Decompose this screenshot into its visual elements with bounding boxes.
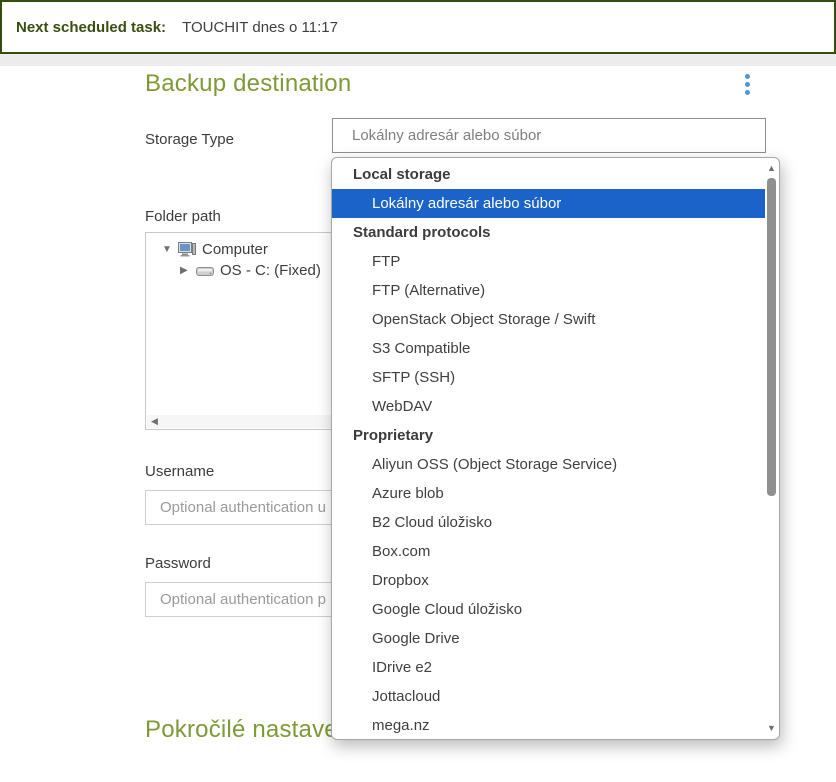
- dropdown-option[interactable]: Dropbox: [332, 566, 765, 595]
- dropdown-option[interactable]: Lokálny adresár alebo súbor: [332, 189, 765, 218]
- dropdown-option[interactable]: mega.nz: [332, 711, 765, 740]
- header-divider-strip: [0, 54, 836, 66]
- dropdown-option[interactable]: Azure blob: [332, 479, 765, 508]
- dropdown-option[interactable]: Aliyun OSS (Object Storage Service): [332, 450, 765, 479]
- storage-type-selected-value: Lokálny adresár alebo súbor: [352, 127, 541, 144]
- scroll-left-icon[interactable]: ◀: [151, 416, 158, 427]
- dropdown-option[interactable]: WebDAV: [332, 392, 765, 421]
- scroll-up-icon[interactable]: ▲: [765, 164, 778, 173]
- dropdown-option[interactable]: SFTP (SSH): [332, 363, 765, 392]
- dropdown-option[interactable]: Google Drive: [332, 624, 765, 653]
- dropdown-option[interactable]: B2 Cloud úložisko: [332, 508, 765, 537]
- dropdown-group-header: Local storage: [332, 160, 765, 189]
- dropdown-option[interactable]: Google Cloud úložisko: [332, 595, 765, 624]
- dropdown-option[interactable]: OpenStack Object Storage / Swift: [332, 305, 765, 334]
- storage-type-dropdown: Local storageLokálny adresár alebo súbor…: [331, 157, 780, 740]
- dropdown-group-header: Proprietary: [332, 421, 765, 450]
- tree-item-label: Computer: [202, 241, 268, 258]
- dropdown-group-header: Standard protocols: [332, 218, 765, 247]
- dropdown-option[interactable]: FTP: [332, 247, 765, 276]
- kebab-menu-icon[interactable]: [745, 74, 751, 98]
- dropdown-option[interactable]: S3 Compatible: [332, 334, 765, 363]
- scrollbar-thumb[interactable]: [767, 178, 776, 496]
- dropdown-option[interactable]: Jottacloud: [332, 682, 765, 711]
- tree-item-drive-c[interactable]: ▶ OS - C: (Fixed): [180, 262, 321, 279]
- caret-right-icon[interactable]: ▶: [180, 265, 196, 276]
- computer-icon: [178, 242, 196, 257]
- dropdown-scrollbar[interactable]: ▲ ▼: [765, 159, 778, 738]
- storage-type-select[interactable]: Lokálny adresár alebo súbor: [332, 118, 766, 153]
- drive-icon: [196, 265, 214, 277]
- tree-item-label: OS - C: (Fixed): [220, 262, 321, 279]
- caret-down-icon[interactable]: ▼: [162, 244, 178, 255]
- scroll-down-icon[interactable]: ▼: [765, 724, 778, 733]
- scheduled-task-value: TOUCHIT dnes o 11:17: [182, 19, 338, 36]
- dropdown-option[interactable]: Box.com: [332, 537, 765, 566]
- storage-type-dropdown-list: Local storageLokálny adresár alebo súbor…: [332, 160, 765, 740]
- username-label: Username: [145, 463, 214, 480]
- dropdown-option[interactable]: FTP (Alternative): [332, 276, 765, 305]
- storage-type-label: Storage Type: [145, 131, 234, 148]
- dropdown-option[interactable]: IDrive e2: [332, 653, 765, 682]
- page-title: Backup destination: [145, 70, 351, 98]
- folder-path-label: Folder path: [145, 208, 221, 225]
- scheduled-task-label: Next scheduled task:: [16, 19, 166, 36]
- tree-item-computer[interactable]: ▼ Computer: [162, 241, 268, 258]
- scheduled-task-banner: Next scheduled task: TOUCHIT dnes o 11:1…: [0, 0, 836, 54]
- password-label: Password: [145, 555, 211, 572]
